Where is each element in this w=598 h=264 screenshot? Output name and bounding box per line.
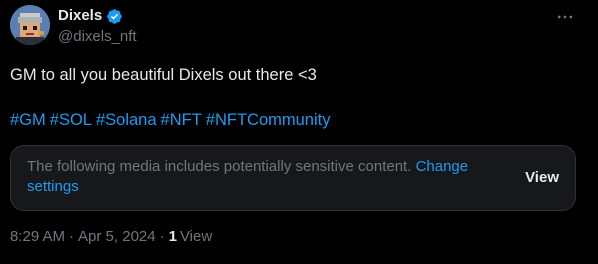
view-count-label: View — [179, 228, 213, 245]
sensitive-content-warning: The following media includes potentially… — [10, 145, 576, 211]
hashtag-link[interactable]: #SOL — [50, 108, 92, 132]
hashtag-link[interactable]: #NFTCommunity — [206, 108, 331, 132]
tweet-date[interactable]: Apr 5, 2024 — [78, 227, 156, 247]
pixel-character-avatar-icon — [10, 5, 50, 45]
more-options-button[interactable] — [552, 6, 578, 28]
view-count[interactable]: 1 — [169, 227, 177, 247]
tweet-time[interactable]: 8:29 AM — [10, 227, 65, 247]
view-media-button[interactable]: View — [525, 168, 559, 188]
more-horizontal-icon — [557, 15, 573, 19]
tweet-text: GM to all you beautiful Dixels out there… — [10, 66, 317, 84]
hashtag-list: #GM #SOL #Solana #NFT #NFTCommunity — [10, 108, 580, 132]
verified-badge-icon[interactable] — [106, 8, 123, 25]
display-name[interactable]: Dixels — [58, 6, 102, 26]
hashtag-link[interactable]: #NFT — [161, 108, 202, 132]
hashtag-link[interactable]: #GM — [10, 108, 46, 132]
sensitive-content-message: The following media includes potentially… — [27, 157, 497, 197]
hashtag-link[interactable]: #Solana — [96, 108, 157, 132]
avatar[interactable] — [10, 5, 50, 45]
meta-separator: · — [69, 228, 75, 245]
meta-separator: · — [159, 228, 165, 245]
author-handle[interactable]: @dixels_nft — [58, 27, 137, 47]
author-name-row: Dixels — [58, 6, 123, 26]
sensitive-content-text: The following media includes potentially… — [27, 158, 412, 175]
tweet-meta: 8:29 AM · Apr 5, 2024 · 1 View — [10, 227, 212, 247]
tweet: Dixels @dixels_nft GM to all you beautif… — [0, 0, 598, 264]
